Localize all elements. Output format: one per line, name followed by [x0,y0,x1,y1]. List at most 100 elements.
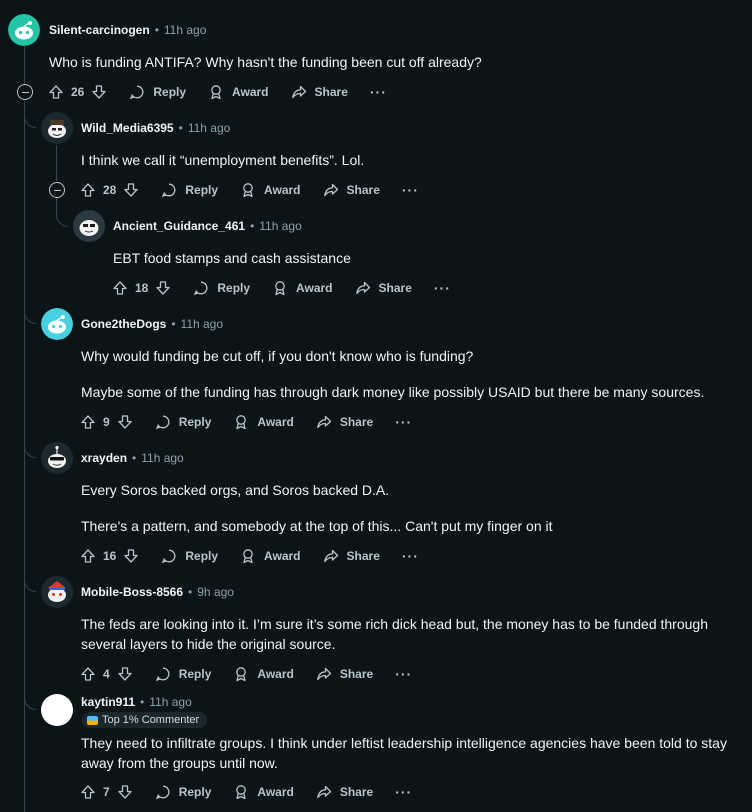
upvote-icon[interactable] [80,666,96,682]
author-name[interactable]: kaytin911 [81,695,135,709]
reply-button[interactable]: Reply [155,666,211,682]
timestamp[interactable]: 11h ago [181,317,224,331]
more-options-icon[interactable]: ··· [370,84,387,100]
top-commenter-badge[interactable]: Top 1% Commenter [82,712,208,728]
collapse-thread-button[interactable] [49,182,65,198]
reply-button[interactable]: Reply [161,548,218,564]
downvote-icon[interactable] [91,84,107,100]
downvote-icon[interactable] [123,182,139,198]
reply-label: Reply [178,415,212,429]
award-label: Award [257,415,294,429]
downvote-icon[interactable] [117,414,133,430]
comment-paragraph: EBT food stamps and cash assistance [113,250,351,266]
reply-button[interactable]: Reply [129,84,186,100]
award-label: Award [296,281,333,295]
timestamp[interactable]: 11h ago [149,695,192,709]
timestamp[interactable]: 11h ago [164,23,207,37]
award-button[interactable]: Award [208,84,269,100]
reply-button[interactable]: Reply [161,182,218,198]
avatar[interactable] [41,112,73,144]
upvote-icon[interactable] [48,84,64,100]
reply-label: Reply [217,281,251,295]
comment-paragraph: Why would funding be cut off, if you don… [81,348,474,364]
timestamp[interactable]: 9h ago [197,585,234,599]
share-button[interactable]: Share [323,182,380,198]
downvote-icon[interactable] [123,548,139,564]
downvote-icon[interactable] [117,784,133,800]
award-button[interactable]: Award [233,666,294,682]
collapse-thread-button[interactable] [17,84,33,100]
downvote-icon[interactable] [117,666,133,682]
award-button[interactable]: Award [233,784,294,800]
comment-paragraph: Every Soros backed orgs, and Soros backe… [81,482,390,498]
thread-line-root[interactable] [24,101,25,812]
avatar[interactable] [8,14,40,46]
author-name[interactable]: Mobile-Boss-8566 [81,585,183,599]
avatar[interactable] [41,308,73,340]
share-button[interactable]: Share [291,84,348,100]
upvote-icon[interactable] [80,784,96,800]
share-button[interactable]: Share [316,666,373,682]
thread-line-reply1[interactable] [56,145,57,181]
thread-line-root[interactable] [24,46,25,84]
snoo-avatar-icon [48,581,66,602]
upvote-icon[interactable] [80,182,96,198]
more-options-icon[interactable]: ··· [402,548,419,564]
award-button[interactable]: Award [240,182,301,198]
comment-meta: Mobile-Boss-8566 • 9h ago [81,585,234,599]
reply-label: Reply [185,183,219,197]
share-icon [323,549,338,563]
reply-button[interactable]: Reply [155,784,212,800]
award-icon [275,281,285,296]
author-name[interactable]: Wild_Media6395 [81,121,174,135]
award-label: Award [264,183,301,197]
share-button[interactable]: Share [355,280,412,296]
author-name[interactable]: Gone2theDogs [81,317,166,331]
reply-button[interactable]: Reply [193,280,250,296]
thread-elbow [24,564,36,592]
award-button[interactable]: Award [240,548,301,564]
separator-dot: • [154,23,159,37]
author-name[interactable]: Ancient_Guidance_461 [113,219,245,233]
downvote-icon[interactable] [155,280,171,296]
more-options-icon[interactable]: ··· [434,280,451,296]
comment-paragraph: They need to infiltrate groups. I think … [81,735,727,751]
author-name[interactable]: Silent-carcinogen [49,23,150,37]
reply-label: Reply [178,785,212,799]
more-options-icon[interactable]: ··· [395,414,412,430]
comment-meta: kaytin911 • 11h ago [81,695,192,709]
reply-icon [130,85,144,100]
award-button[interactable]: Award [233,414,294,430]
avatar[interactable] [73,210,105,242]
comment-paragraph: Maybe some of the funding has through da… [81,384,705,400]
avatar[interactable] [41,694,73,726]
comment-body: EBT food stamps and cash assistance [113,248,351,268]
comment-actions: 26 Reply Award Share ··· [48,76,387,108]
share-button[interactable]: Share [316,784,373,800]
share-label: Share [378,281,412,295]
upvote-icon[interactable] [112,280,128,296]
comment-actions: 16 Reply Award Share ··· [80,540,419,572]
reply-button[interactable]: Reply [155,414,212,430]
thread-elbow [24,112,36,128]
share-button[interactable]: Share [316,414,373,430]
comment-actions: 4 Reply Award Share ··· [80,658,412,690]
comment-actions: 28 Reply Award Share ··· [80,174,419,206]
share-icon [355,281,370,295]
thread-elbow [56,199,68,227]
upvote-icon[interactable] [80,414,96,430]
award-button[interactable]: Award [272,280,333,296]
share-button[interactable]: Share [323,548,380,564]
avatar[interactable] [41,576,73,608]
more-options-icon[interactable]: ··· [402,182,419,198]
comment-body: Every Soros backed orgs, and Soros backe… [81,480,553,536]
author-name[interactable]: xrayden [81,451,127,465]
timestamp[interactable]: 11h ago [188,121,231,135]
separator-dot: • [250,219,255,233]
timestamp[interactable]: 11h ago [259,219,302,233]
timestamp[interactable]: 11h ago [141,451,184,465]
more-options-icon[interactable]: ··· [395,666,412,682]
upvote-icon[interactable] [80,548,96,564]
avatar[interactable] [41,442,73,474]
more-options-icon[interactable]: ··· [395,784,412,800]
